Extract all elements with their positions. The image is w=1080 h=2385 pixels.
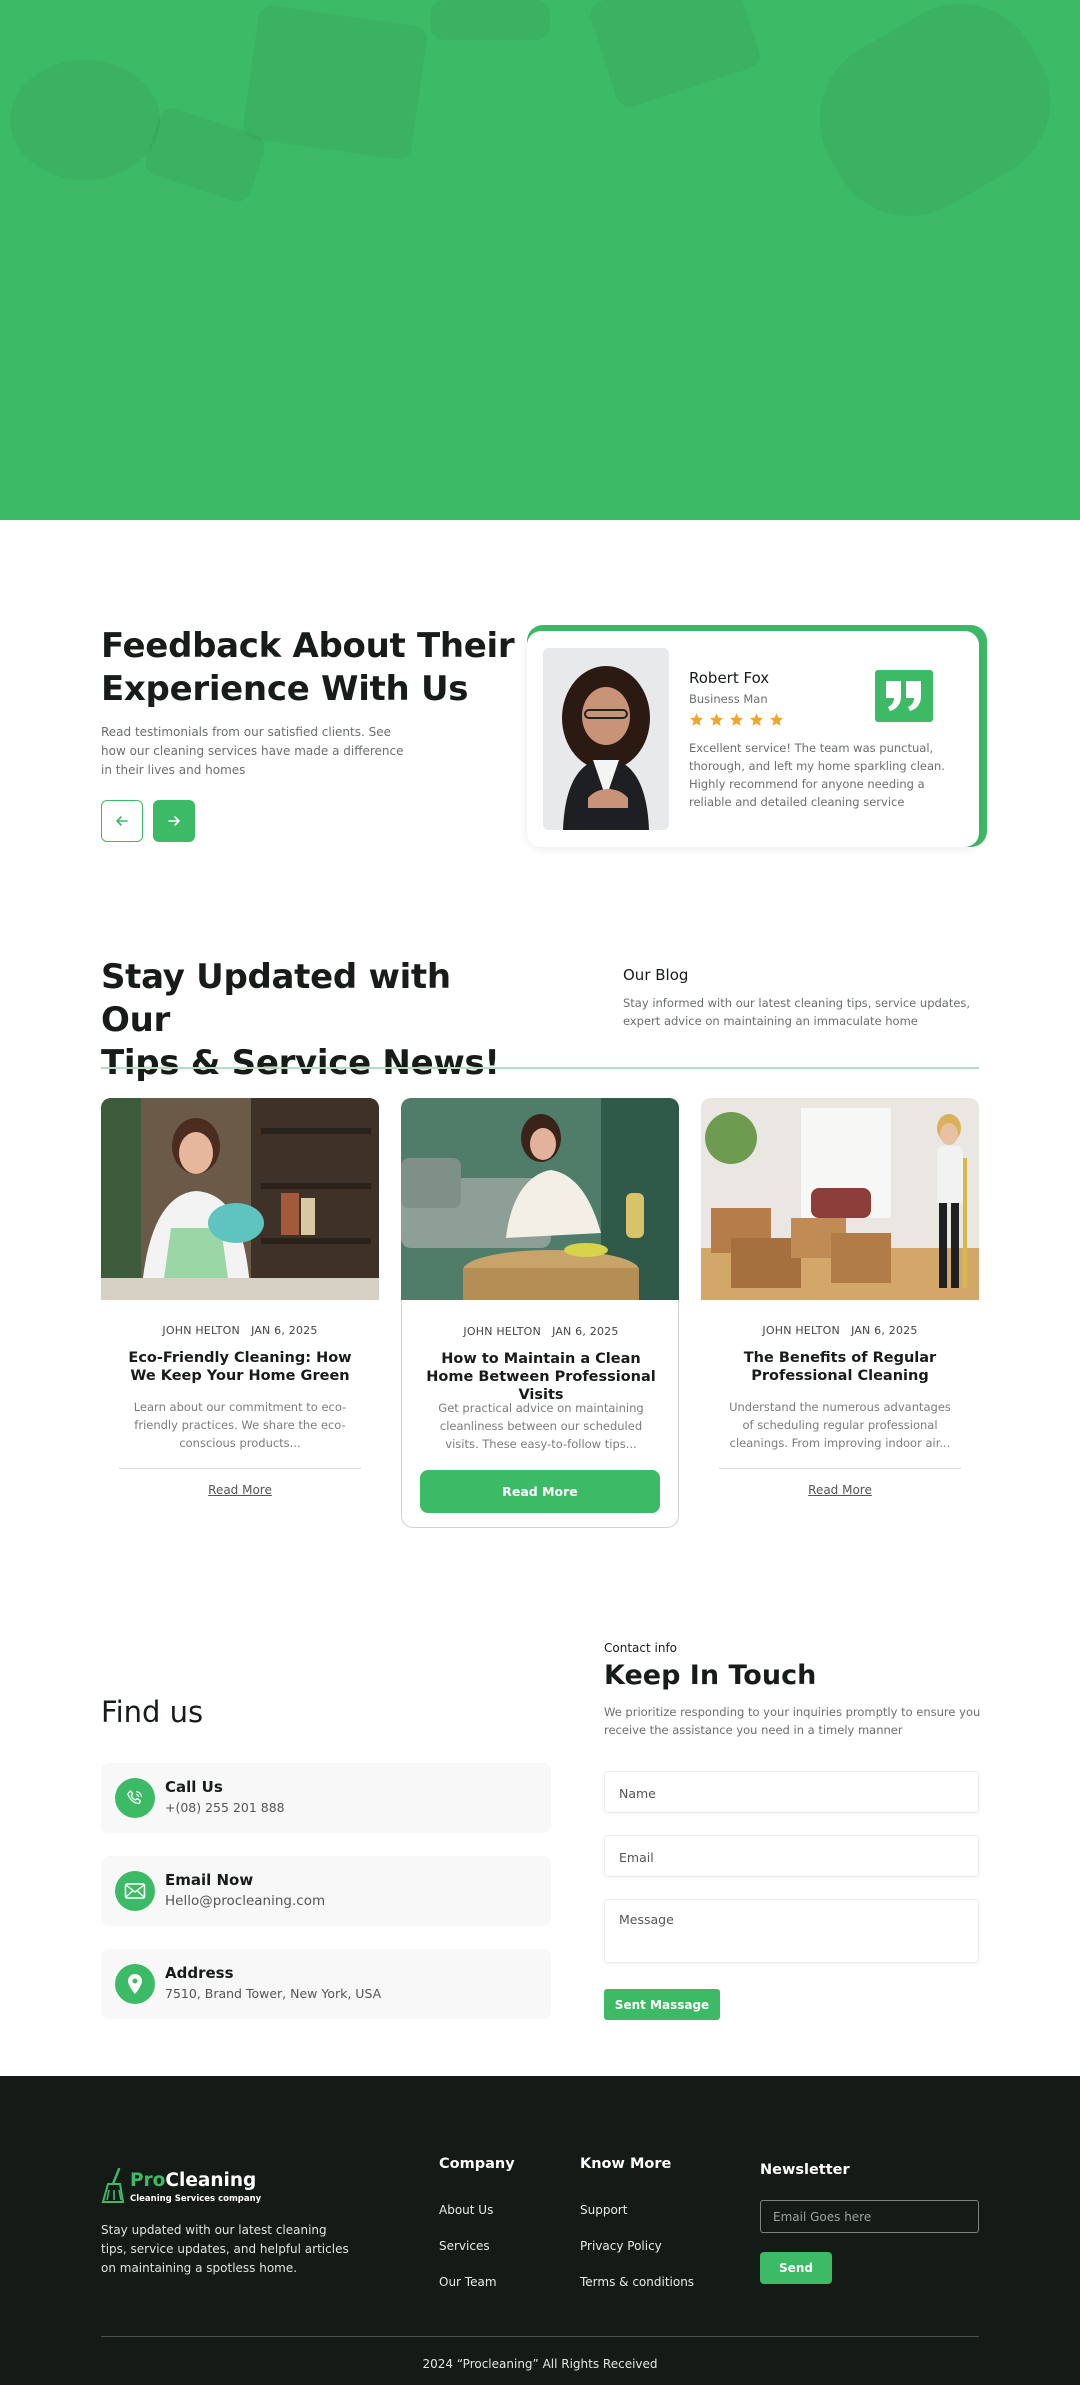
contact-label: Contact info	[604, 1641, 678, 1655]
blog-card: JOHN HELTON JAN 6, 2025 The Benefits of …	[701, 1098, 979, 1528]
blog-card-excerpt: Learn about our commitment to eco-friend…	[133, 1400, 347, 1450]
testimonial-role: Business Man	[689, 692, 768, 706]
blog-card-divider	[119, 1468, 361, 1469]
star-icon	[689, 713, 704, 726]
find-us-title: Find us	[101, 1695, 204, 1729]
testimonial-name: Robert Fox	[689, 669, 770, 687]
testimonial-nav	[101, 800, 195, 842]
rating-stars	[689, 712, 784, 727]
star-icon	[709, 713, 724, 726]
star-icon	[729, 713, 744, 726]
footer-link-terms[interactable]: Terms & conditions	[580, 2275, 694, 2289]
location-pin-icon	[115, 1964, 155, 2004]
read-more-link[interactable]: Read More	[101, 1483, 379, 1497]
broom-icon	[101, 2168, 125, 2203]
footer: ProCleaning Cleaning Services company St…	[0, 2076, 1080, 2385]
blog-card-divider	[719, 1468, 961, 1469]
blog-card-excerpt: Get practical advice on maintaining clea…	[438, 1401, 644, 1451]
brand-name: ProCleaning	[130, 2170, 257, 2191]
contact-title: Keep In Touch	[604, 1660, 817, 1691]
blog-card: JOHN HELTON JAN 6, 2025 How to Maintain …	[401, 1098, 679, 1528]
call-us-card[interactable]: Call Us +(08) 255 201 888	[101, 1763, 551, 1833]
read-more-button[interactable]: Read More	[420, 1470, 660, 1513]
footer-link-privacy[interactable]: Privacy Policy	[580, 2239, 662, 2253]
newsletter-heading: Newsletter	[760, 2162, 850, 2178]
company-heading: Company	[439, 2156, 515, 2172]
blog-card-title[interactable]: The Benefits of Regular Professional Cle…	[721, 1349, 959, 1385]
next-testimonial-button[interactable]	[153, 800, 195, 842]
brand-tagline: Cleaning Services company	[130, 2194, 262, 2204]
quote-icon	[875, 670, 933, 722]
email-now-title: Email Now	[165, 1871, 254, 1889]
email-now-card[interactable]: Email Now Hello@procleaning.com	[101, 1856, 551, 1926]
blog-card: JOHN HELTON JAN 6, 2025 Eco-Friendly Cle…	[101, 1098, 379, 1528]
arrow-right-icon	[168, 816, 180, 826]
message-field[interactable]: Message	[604, 1899, 979, 1963]
star-icon	[749, 713, 764, 726]
know-more-heading: Know More	[580, 2156, 672, 2172]
blog-divider	[101, 1067, 979, 1069]
blog-card-meta: JOHN HELTON JAN 6, 2025	[762, 1324, 918, 1337]
send-message-button[interactable]: Sent Massage	[604, 1989, 720, 2020]
blog-description: Stay informed with our latest cleaning t…	[623, 996, 971, 1028]
address-value: 7510, Brand Tower, New York, USA	[165, 1986, 382, 2001]
newsletter-send-button[interactable]: Send	[760, 2252, 832, 2284]
testimonial-avatar	[543, 648, 669, 830]
mail-icon	[115, 1871, 155, 1911]
feedback-intro: Feedback About Their Experience With Us R…	[101, 625, 521, 780]
call-us-title: Call Us	[165, 1778, 223, 1796]
blog-card-image	[701, 1098, 979, 1300]
blog-title: Stay Updated with Our Tips & Service News…	[101, 957, 500, 1083]
footer-link-team[interactable]: Our Team	[439, 2275, 497, 2289]
read-more-link[interactable]: Read More	[701, 1483, 979, 1497]
address-card[interactable]: Address 7510, Brand Tower, New York, USA	[101, 1949, 551, 2019]
email-field[interactable]: Email	[604, 1835, 979, 1877]
contact-description: We prioritize responding to your inquiri…	[604, 1705, 981, 1737]
email-now-value: Hello@procleaning.com	[165, 1893, 326, 1909]
footer-about: Stay updated with our latest cleaning ti…	[101, 2223, 349, 2275]
hero-banner	[0, 0, 1080, 520]
testimonial-card: Robert Fox Business Man Excellent servic…	[527, 631, 979, 847]
footer-link-services[interactable]: Services	[439, 2239, 490, 2253]
star-icon	[769, 713, 784, 726]
footer-divider	[101, 2336, 979, 2337]
footer-link-support[interactable]: Support	[580, 2203, 627, 2217]
blog-card-image	[401, 1098, 679, 1300]
arrow-left-icon	[116, 816, 128, 826]
blog-card-title[interactable]: Eco-Friendly Cleaning: How We Keep Your …	[121, 1349, 359, 1385]
testimonial-text: Excellent service! The team was punctual…	[689, 741, 945, 809]
blog-label: Our Blog	[623, 966, 689, 984]
feedback-title: Feedback About Their Experience With Us	[101, 626, 515, 709]
name-field[interactable]: Name	[604, 1771, 979, 1813]
prev-testimonial-button[interactable]	[101, 800, 143, 842]
newsletter-email-input[interactable]: Email Goes here	[760, 2200, 979, 2233]
blog-card-meta: JOHN HELTON JAN 6, 2025	[463, 1325, 619, 1338]
footer-link-about[interactable]: About Us	[439, 2203, 493, 2217]
blog-card-meta: JOHN HELTON JAN 6, 2025	[162, 1324, 318, 1337]
copyright: 2024 “Procleaning” All Rights Received	[422, 2357, 658, 2371]
blog-heading: Stay Updated with Our Tips & Service News…	[101, 956, 521, 1085]
blog-card-excerpt: Understand the numerous advantages of sc…	[729, 1400, 951, 1450]
feedback-description: Read testimonials from our satisfied cli…	[101, 725, 404, 777]
address-title: Address	[165, 1964, 234, 1982]
blog-card-image	[101, 1098, 379, 1300]
phone-icon	[115, 1778, 155, 1818]
call-us-value: +(08) 255 201 888	[165, 1800, 285, 1815]
blog-card-title[interactable]: How to Maintain a Clean Home Between Pro…	[422, 1350, 660, 1404]
